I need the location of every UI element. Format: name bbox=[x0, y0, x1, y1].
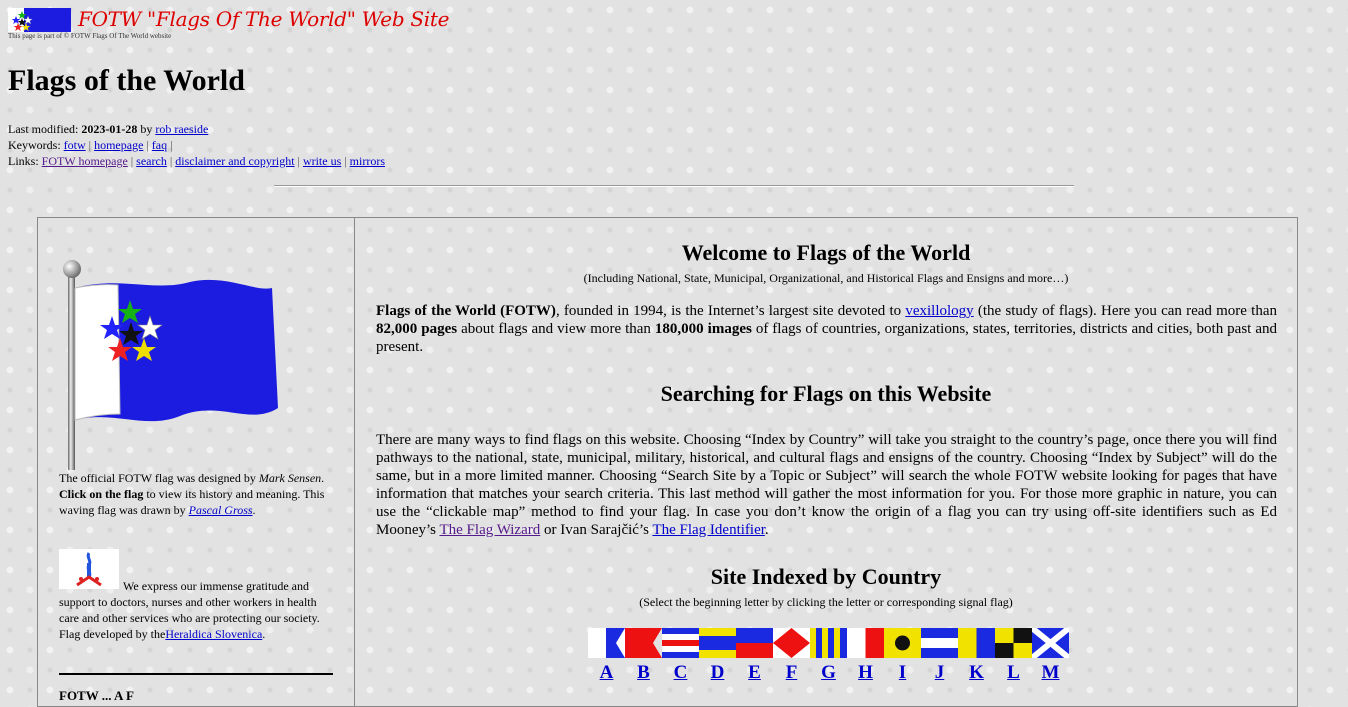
letter-k: K bbox=[969, 662, 984, 683]
signal-flag-e-icon bbox=[736, 628, 773, 658]
last-modified-line: Last modified: 2023-01-28 by rob raeside bbox=[8, 122, 209, 136]
letter-a: A bbox=[599, 662, 614, 683]
sidebar: The official FOTW flag was designed by M… bbox=[38, 218, 355, 706]
signal-flag-b-icon bbox=[625, 628, 662, 658]
index-letter-c[interactable]: C bbox=[662, 628, 699, 684]
index-letter-i[interactable]: I bbox=[884, 628, 921, 684]
search-link[interactable]: search bbox=[136, 154, 167, 168]
signal-flag-k-icon bbox=[958, 628, 995, 658]
index-letter-d[interactable]: D bbox=[699, 628, 736, 684]
keywords-line: Keywords: fotw | homepage | faq | bbox=[8, 138, 173, 152]
welcome-heading: Welcome to Flags of the World bbox=[681, 240, 971, 265]
content-table: The official FOTW flag was designed by M… bbox=[37, 217, 1298, 707]
waving-fotw-flag-image[interactable] bbox=[60, 258, 286, 470]
flag-caption: The official FOTW flag was designed by M… bbox=[59, 471, 325, 517]
index-letter-h[interactable]: H bbox=[847, 628, 884, 684]
modified-date: 2023-01-28 bbox=[81, 122, 138, 136]
letter-c: C bbox=[673, 662, 688, 683]
letter-d: D bbox=[710, 662, 725, 683]
index-letter-a[interactable]: A bbox=[588, 628, 625, 684]
banner-title: FOTW "Flags Of The World" Web Site bbox=[78, 7, 450, 31]
letter-i: I bbox=[898, 662, 907, 683]
banner-subtitle: This page is part of © FOTW Flags Of The… bbox=[8, 32, 172, 40]
signal-flag-h-icon bbox=[847, 628, 884, 658]
letter-m: M bbox=[1041, 662, 1060, 683]
keyword-faq-link[interactable]: faq bbox=[152, 138, 167, 152]
signal-flag-c-icon bbox=[662, 628, 699, 658]
heraldica-slovenica-link[interactable]: Heraldica Slovenica bbox=[165, 627, 262, 641]
signal-flag-index: A B C D E F G H I J K L M bbox=[588, 628, 1069, 684]
letter-l: L bbox=[1007, 662, 1020, 683]
artist-link[interactable]: Pascal Gross bbox=[189, 503, 253, 517]
links-line: Links: FOTW homepage | search | disclaim… bbox=[8, 154, 385, 168]
author-link[interactable]: rob raeside bbox=[155, 122, 208, 136]
letter-h: H bbox=[858, 662, 873, 683]
signal-flag-m-icon bbox=[1032, 628, 1069, 658]
signal-flag-a-icon bbox=[588, 628, 625, 658]
welcome-subtitle: (Including National, State, Municipal, O… bbox=[583, 271, 1069, 285]
fotw-flag-icon[interactable] bbox=[8, 8, 71, 32]
flag-wizard-link[interactable]: The Flag Wizard bbox=[439, 522, 540, 538]
index-letter-e[interactable]: E bbox=[736, 628, 773, 684]
letter-j: J bbox=[934, 662, 945, 683]
site-banner: FOTW "Flags Of The World" Web Site This … bbox=[8, 6, 608, 42]
index-letter-g[interactable]: G bbox=[810, 628, 847, 684]
write-us-link[interactable]: write us bbox=[303, 154, 341, 168]
keyword-fotw-link[interactable]: fotw bbox=[64, 138, 86, 152]
sidebar-divider bbox=[59, 673, 333, 675]
header-divider bbox=[274, 185, 1074, 187]
letter-b: B bbox=[637, 662, 650, 683]
sidebar-next-heading: FOTW ... A F bbox=[59, 688, 134, 703]
signal-flag-i-icon bbox=[884, 628, 921, 658]
designer-name: Mark Sensen bbox=[258, 471, 322, 485]
mirrors-link[interactable]: mirrors bbox=[350, 154, 385, 168]
country-index-heading: Site Indexed by Country bbox=[710, 564, 942, 589]
search-paragraph: There are many ways to find flags on thi… bbox=[376, 432, 1277, 538]
vexillology-link[interactable]: vexillology bbox=[905, 303, 973, 319]
page-meta: Last modified: 2023-01-28 by rob raeside… bbox=[8, 121, 385, 169]
flag-identifier-link[interactable]: The Flag Identifier bbox=[652, 522, 764, 538]
page-title: Flags of the World bbox=[8, 64, 245, 97]
index-letter-b[interactable]: B bbox=[625, 628, 662, 684]
intro-paragraph: Flags of the World (FOTW), founded in 19… bbox=[376, 303, 1277, 355]
signal-flag-j-icon bbox=[921, 628, 958, 658]
main-content: Welcome to Flags of the World (Including… bbox=[355, 218, 1297, 706]
letter-e: E bbox=[748, 662, 761, 683]
index-letter-m[interactable]: M bbox=[1032, 628, 1069, 684]
index-letter-j[interactable]: J bbox=[921, 628, 958, 684]
fotw-homepage-link[interactable]: FOTW homepage bbox=[42, 154, 128, 168]
signal-flag-g-icon bbox=[810, 628, 847, 658]
letter-f: F bbox=[785, 662, 798, 683]
gratitude-caption: We express our immense gratitude and sup… bbox=[59, 579, 320, 641]
search-heading: Searching for Flags on this Website bbox=[660, 381, 992, 406]
index-letter-l[interactable]: L bbox=[995, 628, 1032, 684]
letter-g: G bbox=[821, 662, 836, 683]
index-letter-k[interactable]: K bbox=[958, 628, 995, 684]
keyword-homepage-link[interactable]: homepage bbox=[94, 138, 143, 152]
country-index-note: (Select the beginning letter by clicking… bbox=[639, 595, 1013, 609]
disclaimer-link[interactable]: disclaimer and copyright bbox=[175, 154, 294, 168]
signal-flag-f-icon bbox=[773, 628, 810, 658]
signal-flag-l-icon bbox=[995, 628, 1032, 658]
index-letter-f[interactable]: F bbox=[773, 628, 810, 684]
signal-flag-d-icon bbox=[699, 628, 736, 658]
